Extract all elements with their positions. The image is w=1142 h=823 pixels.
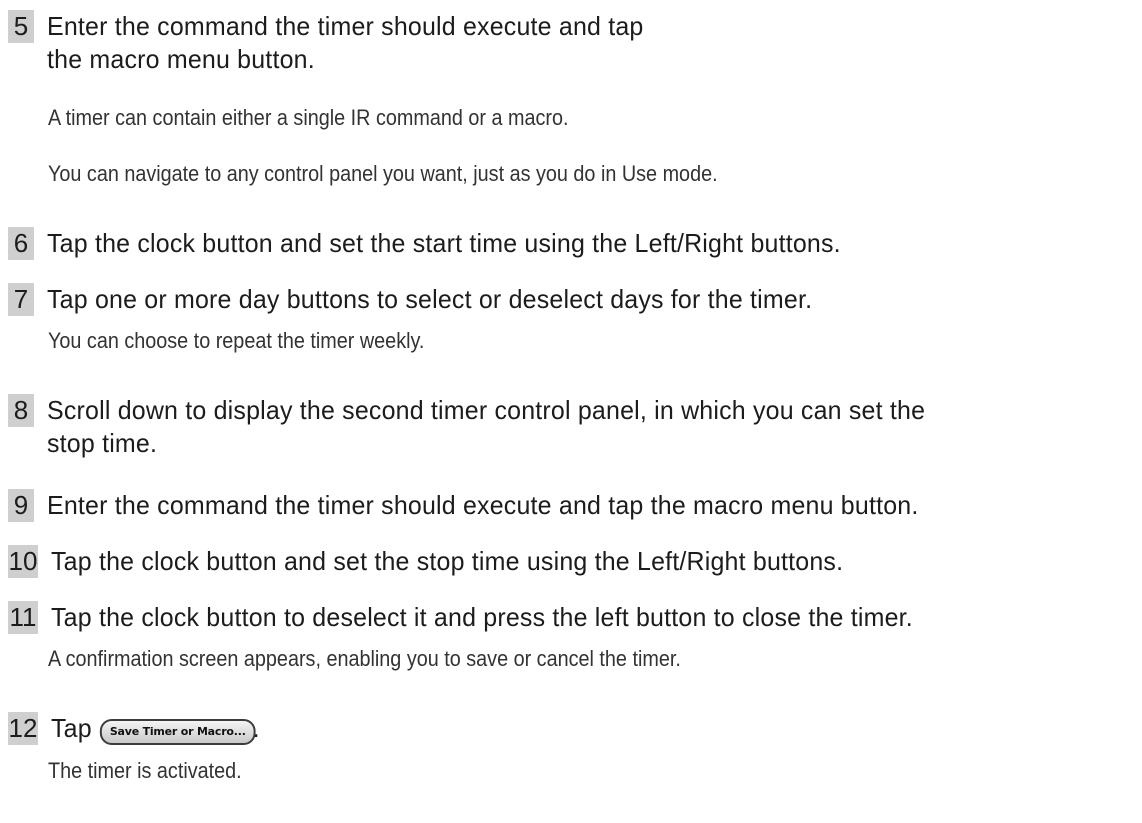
save-timer-or-macro-button[interactable]: Save Timer or Macro...: [99, 718, 256, 745]
step-title-8-line-2: stop time.: [47, 428, 158, 458]
step-number-12: 12: [8, 712, 38, 745]
step-5-note-1: A timer can contain either a single IR c…: [48, 105, 569, 130]
step-title-9: Enter the command the timer should execu…: [47, 490, 919, 520]
step-number-11: 11: [8, 601, 38, 634]
step-title-12: Tap Save Timer or Macro....: [51, 712, 260, 745]
step-title-11: Tap the clock button to deselect it and …: [51, 602, 913, 632]
step-11: 11 Tap the clock button to deselect it a…: [8, 601, 1138, 634]
step-9: 9 Enter the command the timer should exe…: [8, 489, 1138, 522]
step-11-note-1: A confirmation screen appears, enabling …: [48, 646, 681, 671]
step-title-5: Enter the command the timer should execu…: [47, 10, 644, 76]
step-number-9: 9: [8, 489, 34, 522]
step-7-note-1: You can choose to repeat the timer weekl…: [48, 328, 425, 353]
step-title-10: Tap the clock button and set the stop ti…: [51, 546, 844, 576]
step-7: 7 Tap one or more day buttons to select …: [8, 283, 1138, 316]
step-number-7: 7: [8, 283, 34, 316]
step-number-10: 10: [8, 545, 38, 578]
step-5: 5 Enter the command the timer should exe…: [8, 10, 1138, 76]
step-5-note-2: You can navigate to any control panel yo…: [48, 161, 718, 186]
step-number-5: 5: [8, 10, 34, 43]
step-8: 8 Scroll down to display the second time…: [8, 394, 1138, 460]
step-title-7: Tap one or more day buttons to select or…: [47, 284, 813, 314]
step-6: 6 Tap the clock button and set the start…: [8, 227, 1138, 260]
step-number-6: 6: [8, 227, 34, 260]
step-title-5-line-2: the macro menu button.: [47, 44, 315, 74]
step-10: 10 Tap the clock button and set the stop…: [8, 545, 1138, 578]
step-number-8: 8: [8, 394, 34, 427]
step-title-8-line-1: Scroll down to display the second timer …: [47, 395, 926, 425]
step-title-12-prefix: Tap: [51, 713, 92, 743]
step-12-note-1: The timer is activated.: [48, 758, 242, 783]
step-title-5-line-1: Enter the command the timer should execu…: [47, 11, 644, 41]
step-title-6: Tap the clock button and set the start t…: [47, 228, 841, 258]
step-title-8: Scroll down to display the second timer …: [47, 394, 925, 460]
step-12: 12 Tap Save Timer or Macro....: [8, 712, 1138, 745]
